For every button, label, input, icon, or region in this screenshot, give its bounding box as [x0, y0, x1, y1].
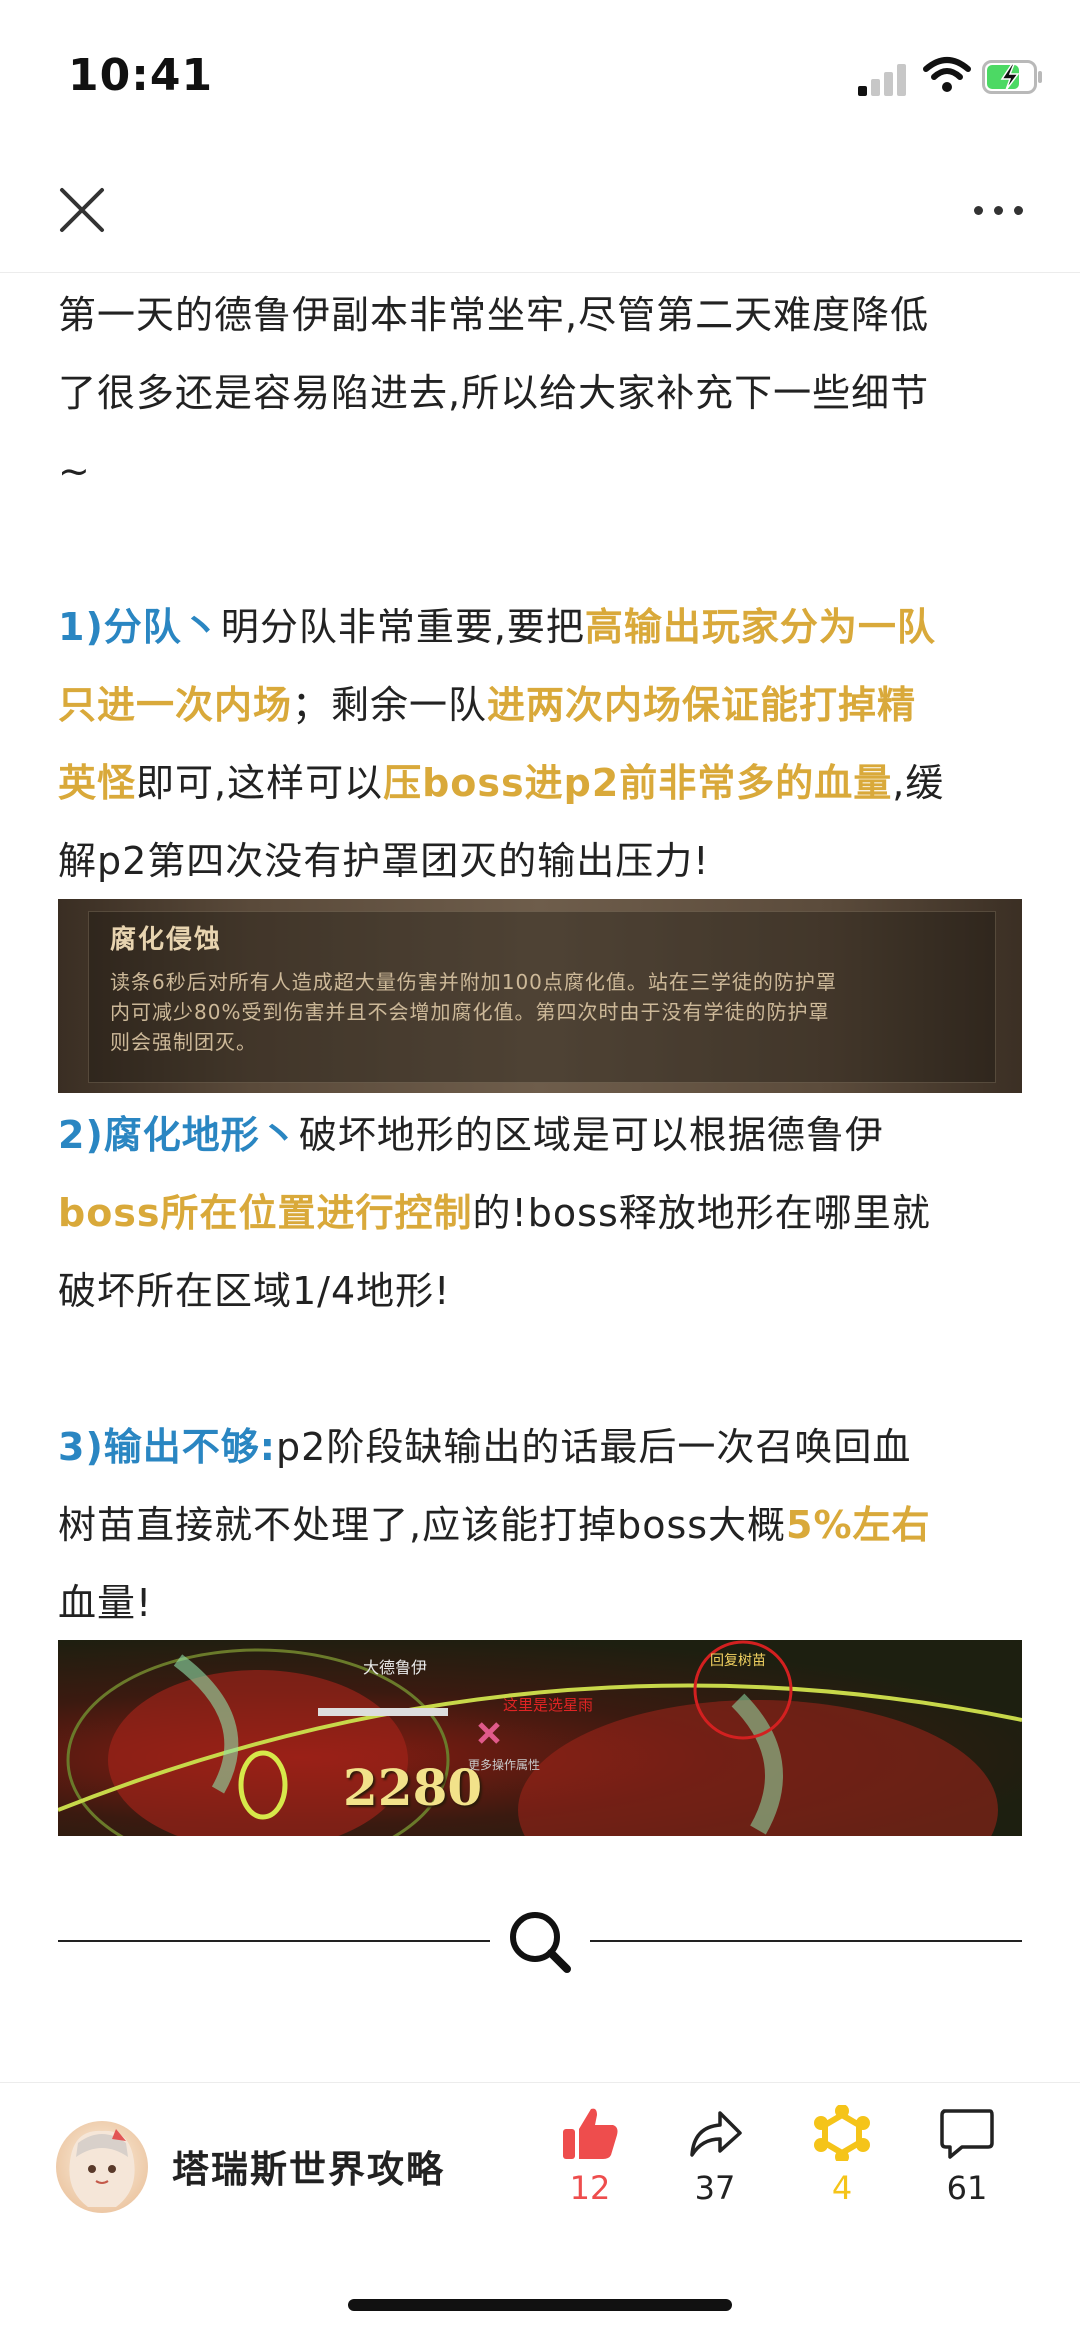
section2-line: boss所在位置进行控制的!boss释放地形在哪里就 — [58, 1191, 931, 1235]
article-image-tooltip[interactable]: 腐化侵蚀 读条6秒后对所有人造成超大量伤害并附加100点腐化值。站在三学徒的防护… — [58, 899, 1022, 1093]
author-name[interactable]: 塔瑞斯世界攻略 — [172, 2139, 445, 2193]
section3-line: 3)输出不够:p2阶段缺输出的话最后一次召唤回血 — [58, 1425, 912, 1469]
like-count: 12 — [569, 2169, 611, 2207]
status-time: 10:41 — [68, 50, 214, 101]
like-icon — [563, 2108, 618, 2159]
share-count: 37 — [694, 2169, 736, 2207]
section1-line: 解p2第四次没有护罩团灭的输出压力! — [58, 839, 710, 883]
comment-button[interactable]: 61 — [922, 2105, 1012, 2207]
damage-number: 2280 — [343, 1758, 483, 1817]
like-button[interactable]: 12 — [545, 2105, 635, 2207]
section2-line: 2)腐化地形丶破坏地形的区域是可以根据德鲁伊 — [58, 1113, 884, 1157]
target-label: 回复树苗 — [710, 1653, 766, 1669]
avatar-illustration — [69, 2129, 135, 2207]
intro-line: 第一天的德鲁伊副本非常坐牢,尽管第二天难度降低 — [58, 293, 930, 337]
share-icon — [690, 2111, 742, 2157]
boss-name-label: 大德鲁伊 — [363, 1658, 428, 1677]
section1-line: 1)分队丶明分队非常重要,要把高输出玩家分为一队 — [58, 605, 936, 649]
section1-line: 只进一次内场；剩余一队进两次内场保证能打掉精 — [58, 683, 917, 727]
home-indicator[interactable] — [348, 2299, 732, 2311]
battery-icon — [982, 60, 1042, 94]
section2-line: 破坏所在区域1/4地形! — [58, 1269, 451, 1313]
favorite-count: 4 — [831, 2169, 853, 2207]
section1-line: 英怪即可,这样可以压boss进p2前非常多的血量,缓 — [58, 761, 945, 805]
favorite-icon — [814, 2105, 870, 2161]
comment-count: 61 — [946, 2169, 988, 2207]
section3-heading: 3)输出不够: — [58, 1425, 277, 1469]
more-icon[interactable] — [968, 198, 1028, 222]
tooltip-description: 读条6秒后对所有人造成超大量伤害并附加100点腐化值。站在三学徒的防护罩 内可减… — [110, 970, 837, 1054]
wifi-icon — [923, 57, 971, 92]
article-body-continued: 2)腐化地形丶破坏地形的区域是可以根据德鲁伊 boss所在位置进行控制的!bos… — [58, 1096, 1022, 1642]
close-icon[interactable] — [52, 180, 112, 240]
section3-line: 树苗直接就不处理了,应该能打掉boss大概5%左右 — [58, 1503, 931, 1547]
bottom-action-bar: 塔瑞斯世界攻略 12 37 4 61 — [0, 2082, 1080, 2243]
author-avatar[interactable] — [56, 2121, 148, 2213]
intro-line: ~ — [58, 449, 91, 493]
search-icon[interactable] — [505, 1907, 575, 1977]
intro-line: 了很多还是容易陷进去,所以给大家补充下一些细节 — [58, 371, 930, 415]
top-nav-bar — [0, 150, 1080, 273]
red-annotation: 这里是选星雨 — [503, 1696, 594, 1714]
section3-line: 血量! — [58, 1581, 153, 1625]
favorite-button[interactable]: 4 — [797, 2105, 887, 2207]
cellular-signal-icon — [858, 60, 908, 96]
small-caption: 更多操作属性 — [468, 1758, 541, 1772]
battle-scene — [58, 1640, 1022, 1836]
end-divider — [58, 1905, 1022, 1975]
article-image-battle[interactable]: 大德鲁伊 2280 这里是选星雨 回复树苗 更多操作属性 — [58, 1640, 1022, 1836]
comment-icon — [940, 2109, 994, 2159]
article-body: 第一天的德鲁伊副本非常坐牢,尽管第二天难度降低 了很多还是容易陷进去,所以给大家… — [58, 276, 1022, 900]
share-button[interactable]: 37 — [670, 2105, 760, 2207]
status-bar: 10:41 — [0, 0, 1080, 150]
section1-heading: 1)分队丶 — [58, 605, 221, 649]
tooltip-title: 腐化侵蚀 — [110, 925, 223, 955]
section2-heading: 2)腐化地形丶 — [58, 1113, 299, 1157]
